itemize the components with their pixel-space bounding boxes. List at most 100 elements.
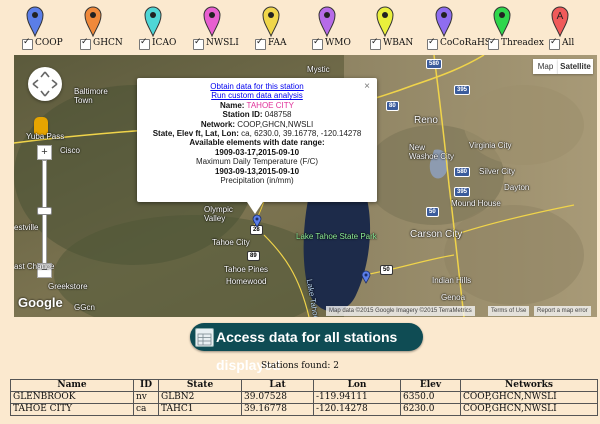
terms-of-use-link[interactable]: Terms of Use bbox=[488, 306, 530, 316]
cell-lon: -119.94111 bbox=[313, 391, 401, 404]
map-label-ggcn: GGcn bbox=[74, 303, 95, 312]
highway-shield: 89 bbox=[247, 251, 260, 261]
map-label-tahoe-pines: Tahoe Pines bbox=[224, 265, 269, 274]
highway-shield: 50 bbox=[426, 207, 439, 217]
stations-table: Name ID State Lat Lon Elev Networks GLEN… bbox=[10, 379, 598, 416]
ghcn-label: GHCN bbox=[93, 38, 123, 48]
wban-checkbox[interactable] bbox=[370, 37, 381, 50]
all-checkbox[interactable] bbox=[549, 37, 560, 50]
nwsli-checkbox[interactable] bbox=[193, 37, 204, 50]
column-header-elev[interactable]: Elev bbox=[400, 379, 461, 392]
cell-lat: 39.16778 bbox=[241, 403, 314, 416]
coop-checkbox[interactable] bbox=[22, 37, 33, 50]
all-map-pin-icon: A bbox=[551, 6, 569, 37]
icao-label: ICAO bbox=[152, 38, 177, 48]
cell-elev: 6350.0 bbox=[400, 391, 461, 404]
cocorahs-label: CoCoRaHS bbox=[440, 38, 491, 48]
nwsli-label: NWSLI bbox=[206, 38, 239, 48]
station-marker-tahoe-city[interactable] bbox=[252, 214, 262, 228]
access-all-stations-button[interactable]: Access data for all stations displayed bbox=[190, 323, 423, 373]
map-type-satellite-button[interactable]: Satellite bbox=[558, 59, 593, 74]
column-header-id[interactable]: ID bbox=[133, 379, 159, 392]
map-label-silver-city: Silver City bbox=[479, 167, 516, 176]
map-label-genoa: Genoa bbox=[441, 293, 466, 302]
map-label-greekstore: Greekstore bbox=[48, 282, 88, 291]
map-label-new-washoe-city: New Washoe City bbox=[409, 143, 455, 161]
column-header-lat[interactable]: Lat bbox=[241, 379, 314, 392]
map-label-dayton: Dayton bbox=[504, 183, 530, 192]
map-label-carson-city: Carson City bbox=[410, 229, 463, 240]
network-selector: COOP GHCN ICAO NWSLI FAA WMO WBAN CoCoRaHS Threa… bbox=[0, 0, 600, 52]
map-label-virginia-city: Virginia City bbox=[469, 141, 512, 150]
highway-shield: 580 bbox=[426, 59, 443, 69]
cocorahs-checkbox[interactable] bbox=[427, 37, 438, 50]
station-networks: COOP,GHCN,NWSLI bbox=[237, 119, 314, 129]
stations-found-count: Stations found: 2 bbox=[260, 361, 340, 371]
icao-checkbox[interactable] bbox=[139, 37, 150, 50]
element-name: Precipitation (in/mm) bbox=[220, 176, 294, 186]
map-attribution: Map data ©2015 Google Imagery ©2015 Terr… bbox=[326, 306, 475, 316]
wmo-map-pin-icon bbox=[318, 6, 336, 37]
cell-state: TAHC1 bbox=[158, 403, 242, 416]
threadex-map-pin-icon bbox=[493, 6, 511, 37]
cell-networks: COOP,GHCN,NWSLI bbox=[460, 391, 598, 404]
cell-networks: COOP,GHCN,NWSLI bbox=[460, 403, 598, 416]
threadex-checkbox[interactable] bbox=[488, 37, 499, 50]
cell-id: nv bbox=[133, 391, 159, 404]
station-marker-glenbrook[interactable] bbox=[361, 270, 371, 284]
zoom-slider-thumb[interactable] bbox=[37, 207, 52, 215]
map-type-map-button[interactable]: Map bbox=[533, 59, 558, 74]
element-name: Maximum Daily Temperature (F/C) bbox=[195, 157, 319, 167]
cell-name: TAHOE CITY bbox=[10, 403, 134, 416]
cell-name: GLENBROOK bbox=[10, 391, 134, 404]
obtain-data-link[interactable]: Obtain data for this station bbox=[210, 82, 303, 91]
threadex-label: Threadex bbox=[501, 38, 544, 48]
column-header-lon[interactable]: Lon bbox=[313, 379, 401, 392]
coop-label: COOP bbox=[35, 38, 63, 48]
highway-shield: 580 bbox=[454, 167, 471, 177]
map-label-olympic-valley: Olympic Valley bbox=[204, 205, 233, 223]
nwsli-map-pin-icon bbox=[203, 6, 221, 37]
location-label: State, Elev ft, Lat, Lon: bbox=[152, 129, 239, 139]
wmo-checkbox[interactable] bbox=[312, 37, 323, 50]
info-window-pointer bbox=[247, 202, 263, 214]
wban-label: WBAN bbox=[383, 38, 414, 48]
pan-control[interactable] bbox=[28, 67, 62, 101]
cell-elev: 6230.0 bbox=[400, 403, 461, 416]
faa-checkbox[interactable] bbox=[255, 37, 266, 50]
station-id: 048758 bbox=[264, 110, 292, 120]
close-icon[interactable]: × bbox=[364, 81, 370, 92]
cell-lon: -120.14278 bbox=[313, 403, 401, 416]
pan-arrows-icon bbox=[32, 71, 58, 97]
icao-map-pin-icon bbox=[144, 6, 162, 37]
element-date-range: 1903-09-13,2015-09-10 bbox=[214, 166, 300, 176]
custom-analysis-link[interactable]: Run custom data analysis bbox=[211, 91, 303, 100]
name-label: Name: bbox=[220, 100, 245, 110]
cell-lat: 39.07528 bbox=[241, 391, 314, 404]
ghcn-checkbox[interactable] bbox=[80, 37, 91, 50]
map-label-east-chance: ast Chance bbox=[14, 262, 55, 271]
column-header-name[interactable]: Name bbox=[10, 379, 134, 392]
faa-label: FAA bbox=[268, 38, 287, 48]
google-logo: Google bbox=[18, 295, 63, 310]
zoom-in-button[interactable]: + bbox=[37, 145, 52, 160]
column-header-state[interactable]: State bbox=[158, 379, 242, 392]
table-icon bbox=[195, 328, 214, 347]
faa-map-pin-icon bbox=[262, 6, 280, 37]
map-label-cisco: Cisco bbox=[60, 146, 81, 155]
map-label-homewood: Homewood bbox=[226, 277, 267, 286]
highway-shield: 80 bbox=[386, 101, 399, 111]
all-label: All bbox=[562, 38, 575, 48]
table-header-row: Name ID State Lat Lon Elev Networks bbox=[10, 379, 598, 392]
map-label-mound-house: Mound House bbox=[451, 199, 501, 208]
ghcn-map-pin-icon bbox=[84, 6, 102, 37]
map-label-mystic: Mystic bbox=[307, 65, 330, 74]
table-row[interactable]: TAHOE CITY ca TAHC1 39.16778 -120.14278 … bbox=[10, 403, 598, 416]
station-name: TAHOE CITY bbox=[246, 100, 294, 110]
wmo-label: WMO bbox=[325, 38, 351, 48]
cell-state: GLBN2 bbox=[158, 391, 242, 404]
column-header-networks[interactable]: Networks bbox=[460, 379, 598, 392]
table-row[interactable]: GLENBROOK nv GLBN2 39.07528 -119.94111 6… bbox=[10, 391, 598, 404]
report-map-error-link[interactable]: Report a map error bbox=[534, 306, 591, 316]
map-label-lake-tahoe-state-park: Lake Tahoe State Park bbox=[296, 232, 377, 241]
